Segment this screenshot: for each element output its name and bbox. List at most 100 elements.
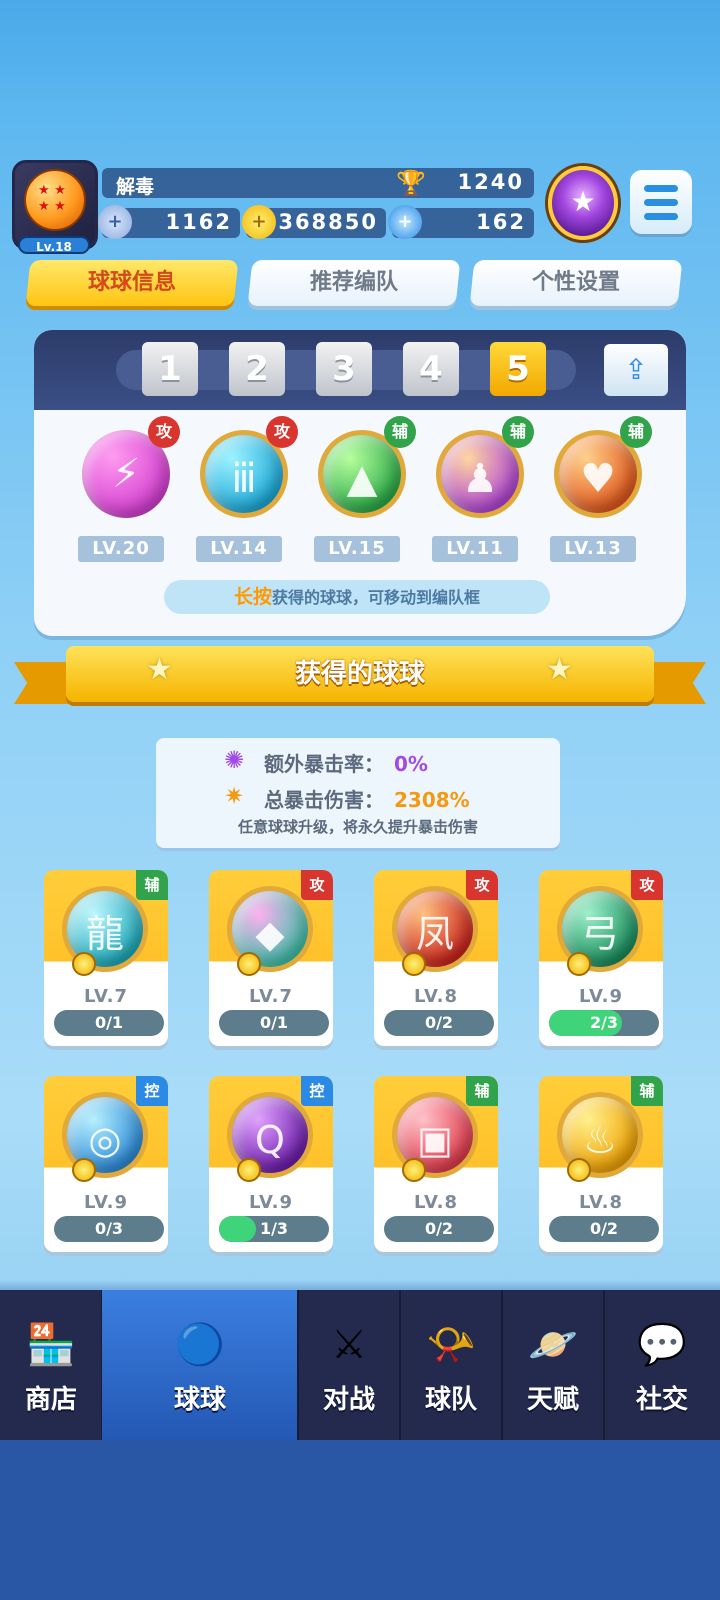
upgrade-progress-bar: 0/2 (384, 1216, 494, 1242)
role-tag: 控 (301, 1076, 333, 1106)
role-badge: 攻 (148, 416, 180, 448)
silver-coin-bar[interactable]: + 1162 (98, 205, 240, 239)
menu-button[interactable] (630, 170, 692, 234)
role-tag: 辅 (466, 1076, 498, 1106)
gold-coin-icon: + (242, 205, 276, 239)
ball-card[interactable]: 控 Q LV.9 1/3 (209, 1076, 333, 1252)
role-tag: 辅 (136, 870, 168, 900)
player-avatar[interactable] (12, 160, 98, 248)
dragon-ball-avatar-icon (24, 169, 86, 231)
role-badge: 攻 (266, 416, 298, 448)
nav-label: 对战 (322, 1385, 375, 1415)
tab-personal-settings[interactable]: 个性设置 (469, 260, 683, 306)
role-badge: 辅 (502, 416, 534, 448)
progress-text: 0/2 (424, 1219, 454, 1238)
lineup-slot-3[interactable]: 3 (316, 342, 372, 396)
tab-label: 推荐编队 (309, 270, 398, 295)
ball-card[interactable]: 攻 弓 LV.9 2/3 (539, 870, 663, 1046)
lineup-ball[interactable]: ♥ 辅 LV.13 (546, 416, 652, 570)
lineup-panel: 1 2 3 4 5 ⇪ ⚡ 攻 LV.20 ⅲ 攻 LV.14 ▲ 辅 LV.1… (34, 330, 686, 636)
chat-heart-icon: 💬 (637, 1322, 687, 1368)
crit-note: 任意球球升级，将永久提升暴击伤害 (237, 818, 478, 836)
ball-card[interactable]: 辅 龍 LV.7 0/1 (44, 870, 168, 1046)
banner-tail-right (646, 662, 706, 704)
ball-card[interactable]: 辅 ▣ LV.8 0/2 (374, 1076, 498, 1252)
role-tag: 辅 (631, 1076, 663, 1106)
ball-emblem-icon: Q (255, 1118, 285, 1162)
nav-crossed-swords[interactable]: ⚔ 对战 (298, 1290, 400, 1440)
hint-emphasis: 长按 (233, 586, 272, 608)
progress-text: 0/1 (259, 1013, 289, 1032)
nav-shop[interactable]: 🏪 商店 (0, 1290, 102, 1440)
card-level: LV.8 (579, 1192, 623, 1213)
ball-emblem-icon: ♨ (582, 1118, 618, 1162)
nav-label: 天赋 (526, 1385, 579, 1415)
lineup-ball[interactable]: ⅲ 攻 LV.14 (192, 416, 298, 570)
nav-whistle[interactable]: 📯 球队 (400, 1290, 502, 1440)
rank-badge-icon[interactable]: ★ (548, 166, 618, 240)
share-icon: ⇪ (624, 353, 648, 386)
bottom-nav: 🏪 商店 🔵 球球 ⚔ 对战 📯 球队 🪐 天赋 💬 社交 (0, 1290, 720, 1440)
upgrade-progress-bar: 0/2 (549, 1216, 659, 1242)
nav-label: 球队 (424, 1385, 477, 1415)
progress-text: 2/3 (589, 1013, 619, 1032)
gold-coin-value: 368850 (278, 210, 378, 234)
ball-emblem-icon: 弓 (580, 912, 619, 956)
ball-emblem-icon: ▣ (417, 1118, 453, 1162)
ball-card[interactable]: 攻 ◆ LV.7 0/1 (209, 870, 333, 1046)
ball-level: LV.15 (314, 536, 400, 562)
hint-text: 获得的球球，可移动到编队框 (272, 588, 481, 607)
ball-level: LV.20 (78, 536, 164, 562)
crossed-swords-icon: ⚔ (331, 1322, 367, 1368)
nav-planet[interactable]: 🪐 天赋 (502, 1290, 604, 1440)
card-level: LV.9 (249, 1192, 293, 1213)
tab-recommended-lineup[interactable]: 推荐编队 (247, 260, 461, 306)
upgrade-progress-bar: 0/3 (54, 1216, 164, 1242)
silver-coin-icon: + (98, 205, 132, 239)
role-tag: 攻 (466, 870, 498, 900)
coin-icon (402, 952, 426, 976)
role-tag: 攻 (631, 870, 663, 900)
lineup-slot-header: 1 2 3 4 5 ⇪ (34, 330, 686, 410)
lineup-hint: 长按获得的球球，可移动到编队框 (164, 580, 550, 614)
role-badge: 辅 (384, 416, 416, 448)
ball-level: LV.14 (196, 536, 282, 562)
lineup-slot-1[interactable]: 1 (142, 342, 198, 396)
nav-chat-heart[interactable]: 💬 社交 (604, 1290, 720, 1440)
diamond-bar[interactable]: + 162 (388, 205, 534, 239)
lineup-slot-5[interactable]: 5 (490, 342, 546, 396)
share-button[interactable]: ⇪ (604, 344, 668, 396)
progress-text: 0/2 (589, 1219, 619, 1238)
lineup-ball[interactable]: ♟ 辅 LV.11 (428, 416, 534, 570)
lineup-ball[interactable]: ⚡ 攻 LV.20 (74, 416, 180, 570)
gold-coin-bar[interactable]: + 368850 (242, 205, 386, 239)
nav-label: 商店 (24, 1385, 77, 1415)
silver-coin-value: 1162 (165, 210, 232, 234)
lineup-slot-4[interactable]: 4 (403, 342, 459, 396)
diamond-value: 162 (476, 210, 526, 234)
coin-icon (237, 1158, 261, 1182)
ball-card[interactable]: 辅 ♨ LV.8 0/2 (539, 1076, 663, 1252)
star-icon: ★ (146, 652, 173, 687)
crit-rate-row: 额外暴击率： 0% (264, 748, 428, 777)
nav-label: 球球 (173, 1385, 226, 1415)
card-level: LV.9 (579, 986, 623, 1007)
ball-card[interactable]: 控 ◎ LV.9 0/3 (44, 1076, 168, 1252)
coin-icon (402, 1158, 426, 1182)
ball-emblem-icon: ⅲ (231, 456, 257, 502)
lineup-ball[interactable]: ▲ 辅 LV.15 (310, 416, 416, 570)
upgrade-progress-bar: 2/3 (549, 1010, 659, 1036)
nav-balls[interactable]: 🔵 球球 (102, 1290, 298, 1440)
crit-rate-icon: ✺ (224, 746, 245, 774)
coin-icon (72, 1158, 96, 1182)
ball-card[interactable]: 攻 凤 LV.8 0/2 (374, 870, 498, 1046)
card-level: LV.7 (249, 986, 293, 1007)
lineup-slot-2[interactable]: 2 (229, 342, 285, 396)
crit-damage-icon: ✷ (224, 782, 245, 810)
tab-ball-info[interactable]: 球球信息 (25, 260, 239, 306)
role-tag: 控 (136, 1076, 168, 1106)
tab-label: 个性设置 (531, 270, 620, 295)
crit-rate-label: 额外暴击率： (264, 752, 384, 776)
trophy-count: 1240 (457, 170, 524, 194)
ball-emblem-icon: ♟ (462, 456, 498, 502)
